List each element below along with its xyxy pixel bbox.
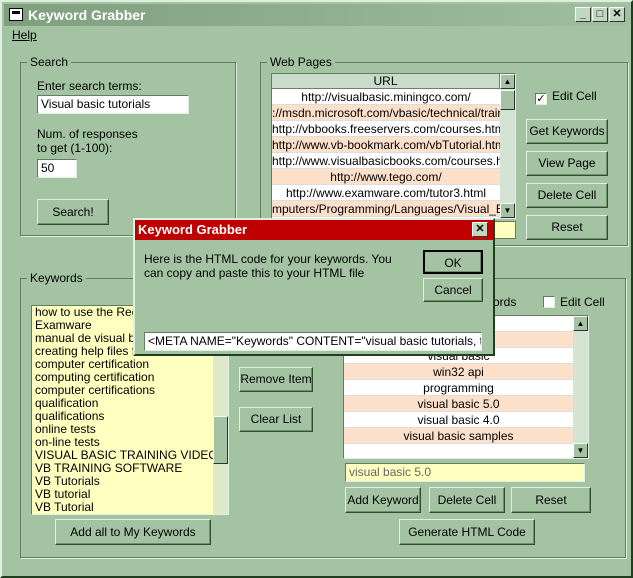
url-grid[interactable]: URL http://visualbasic.miningco.com/ ://… [271, 73, 516, 219]
search-button[interactable]: Search! [37, 199, 109, 225]
url-row[interactable]: http://www.tego.com/ [272, 169, 500, 185]
maximize-button[interactable]: □ [592, 7, 608, 22]
reset-button[interactable]: Reset [526, 215, 608, 240]
my-edit-cell-checkbox[interactable]: Edit Cell [543, 295, 605, 309]
url-row[interactable]: ://msdn.microsoft.com/vbasic/technical/t… [272, 105, 500, 121]
my-edit-cell-label: Edit Cell [560, 295, 605, 309]
edit-cell-checkbox[interactable]: ✓ Edit Cell [535, 89, 597, 105]
generate-html-button[interactable]: Generate HTML Code [399, 519, 535, 545]
html-code-field[interactable]: <META NAME="Keywords" CONTENT="visual ba… [144, 332, 482, 351]
delete-cell-button[interactable]: Delete Cell [526, 183, 608, 208]
search-group: Search Enter search terms: Visual basic … [20, 55, 236, 236]
my-keywords-scrollbar[interactable]: ▲ ▼ [573, 316, 588, 458]
scroll-thumb[interactable] [500, 90, 515, 110]
checkbox-box-icon [543, 296, 555, 308]
view-page-button[interactable]: View Page [526, 151, 608, 176]
list-item[interactable]: VB Tutorial [32, 501, 213, 514]
table-row[interactable]: visual basic samples [344, 428, 573, 444]
url-row[interactable]: mputers/Programming/Languages/Visual_Bas… [272, 201, 500, 217]
my-keyword-edit-field[interactable]: visual basic 5.0 [345, 463, 585, 482]
url-column-header[interactable]: URL [272, 74, 500, 89]
remove-item-button[interactable]: Remove Item [239, 367, 313, 392]
checkbox-check-icon: ✓ [535, 93, 547, 105]
table-row[interactable]: programming [344, 380, 573, 396]
menu-help[interactable]: Help [12, 28, 37, 42]
scroll-up-arrow-icon[interactable]: ▲ [573, 316, 588, 331]
ok-button[interactable]: OK [423, 250, 483, 274]
url-row[interactable]: http://vbbooks.freeservers.com/courses.h… [272, 121, 500, 137]
menu-bar: Help [12, 28, 37, 42]
table-row[interactable]: win32 api [344, 364, 573, 380]
scroll-down-arrow-icon[interactable]: ▼ [500, 203, 515, 218]
table-row[interactable]: visual basic 4.0 [344, 412, 573, 428]
num-responses-input[interactable]: 50 [37, 159, 77, 178]
dialog-message: Here is the HTML code for your keywords.… [144, 252, 392, 280]
dialog-title: Keyword Grabber [138, 222, 248, 237]
get-keywords-button[interactable]: Get Keywords [526, 119, 608, 144]
minimize-button[interactable]: _ [575, 7, 591, 22]
url-row[interactable]: http://www.visualbasicbooks.com/courses.… [272, 153, 500, 169]
url-row[interactable]: http://www.examware.com/tutor3.html [272, 185, 500, 201]
cancel-button[interactable]: Cancel [423, 278, 483, 302]
window-title: Keyword Grabber [28, 7, 146, 23]
scroll-up-arrow-icon[interactable]: ▲ [500, 74, 515, 89]
scroll-thumb[interactable] [213, 416, 228, 464]
add-keyword-button[interactable]: Add Keyword [345, 487, 421, 513]
url-row[interactable]: http://www.vb-bookmark.com/vbTutorial.ht… [272, 137, 500, 153]
keywords-group-label: Keywords [27, 271, 86, 285]
search-group-label: Search [27, 55, 72, 69]
my-delete-cell-button[interactable]: Delete Cell [429, 487, 505, 513]
dialog-title-bar[interactable]: Keyword Grabber ✕ [135, 220, 493, 240]
title-bar[interactable]: Keyword Grabber _ □ ✕ [4, 4, 629, 26]
my-keywords-label: ords [493, 295, 517, 309]
my-reset-button[interactable]: Reset [511, 487, 591, 513]
scroll-down-arrow-icon[interactable]: ▼ [573, 443, 588, 458]
html-code-dialog: Keyword Grabber ✕ Here is the HTML code … [133, 218, 495, 356]
url-row[interactable]: http://visualbasic.miningco.com/ [272, 89, 500, 105]
url-scrollbar[interactable]: ▲ ▼ [500, 74, 515, 218]
main-window: Keyword Grabber _ □ ✕ Help Search Enter se… [0, 0, 633, 578]
search-prompt: Enter search terms: [37, 79, 142, 93]
webpages-group-label: Web Pages [267, 55, 335, 69]
table-row[interactable]: visual basic 5.0 [344, 396, 573, 412]
num-label-2: to get (1-100): [37, 141, 113, 155]
search-input[interactable]: Visual basic tutorials [37, 95, 189, 114]
clear-list-button[interactable]: Clear List [239, 407, 313, 432]
dialog-close-icon[interactable]: ✕ [472, 222, 488, 237]
app-icon [9, 8, 23, 21]
add-all-button[interactable]: Add all to My Keywords [55, 519, 211, 545]
num-label-1: Num. of responses [37, 127, 138, 141]
edit-cell-label: Edit Cell [552, 89, 597, 103]
close-button[interactable]: ✕ [609, 7, 625, 22]
